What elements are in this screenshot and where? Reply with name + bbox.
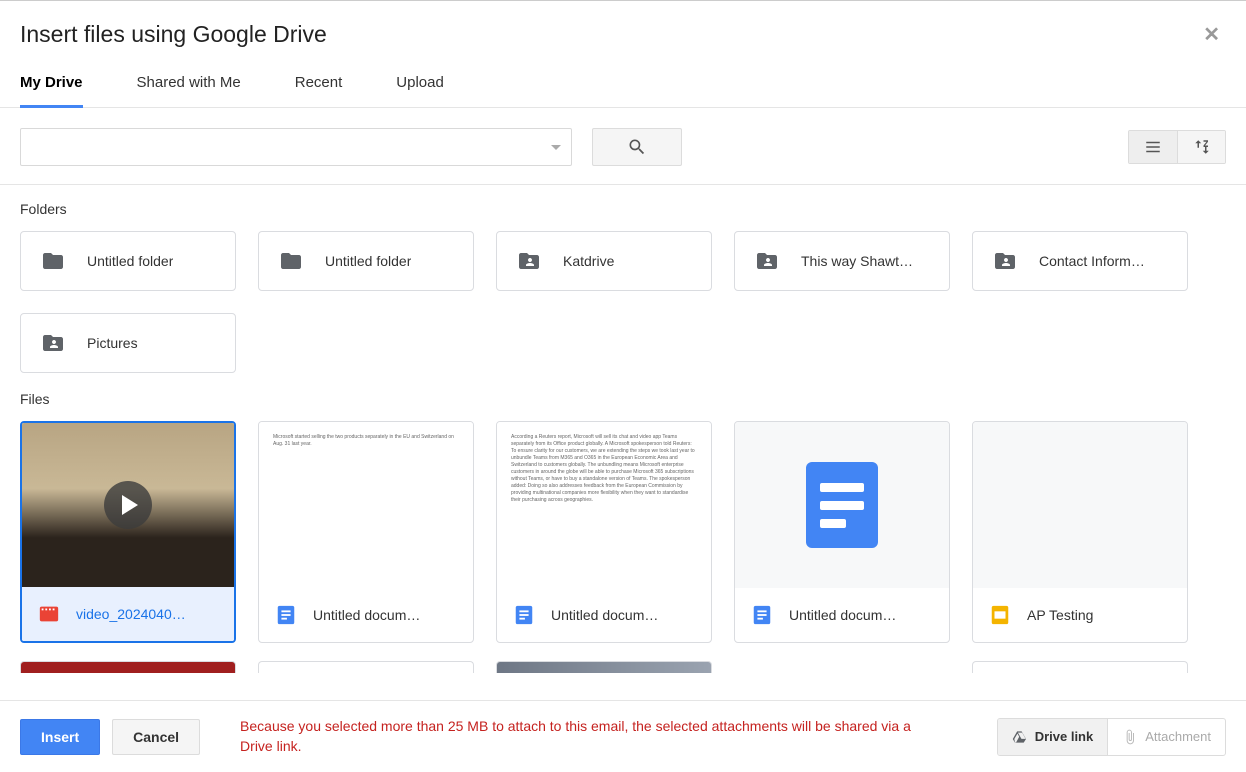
sort-button[interactable] (1177, 131, 1225, 163)
file-item-peek[interactable] (496, 661, 712, 673)
file-item[interactable]: According a Reuters report, Microsoft wi… (496, 421, 712, 643)
tab-my-drive[interactable]: My Drive (20, 74, 83, 108)
tab-shared-with-me[interactable]: Shared with Me (137, 74, 241, 107)
file-item-peek[interactable] (258, 661, 474, 673)
tab-recent[interactable]: Recent (295, 74, 343, 107)
sort-az-icon (1193, 138, 1211, 156)
view-sort-toggle (1128, 130, 1226, 164)
folder-icon (41, 249, 65, 273)
folder-name: Pictures (87, 335, 138, 351)
folder-name: This way Shawt… (801, 253, 913, 269)
shared-folder-icon (993, 249, 1017, 273)
folder-item[interactable]: Pictures (20, 313, 236, 373)
content-area[interactable]: Folders Untitled folder Untitled folder … (0, 185, 1246, 700)
paperclip-icon (1122, 729, 1138, 745)
folder-item[interactable]: Untitled folder (258, 231, 474, 291)
attachment-option[interactable]: Attachment (1107, 719, 1225, 755)
file-item-peek (734, 661, 950, 673)
file-thumbnail: Microsoft started selling the two produc… (259, 422, 473, 588)
drive-icon (1012, 729, 1028, 745)
file-item[interactable]: Microsoft started selling the two produc… (258, 421, 474, 643)
cancel-button[interactable]: Cancel (112, 719, 200, 755)
search-input[interactable] (20, 128, 572, 166)
search-field[interactable] (31, 139, 551, 155)
folder-item[interactable]: Untitled folder (20, 231, 236, 291)
file-item-peek[interactable] (20, 661, 236, 673)
file-thumbnail: According a Reuters report, Microsoft wi… (497, 422, 711, 588)
folder-name: Contact Inform… (1039, 253, 1145, 269)
video-file-icon (38, 603, 60, 625)
folder-name: Katdrive (563, 253, 614, 269)
file-name: Untitled docum… (551, 607, 658, 623)
file-name: Untitled docum… (789, 607, 896, 623)
file-name: video_2024040… (76, 606, 186, 622)
tab-bar: My Drive Shared with Me Recent Upload (0, 56, 1246, 108)
file-thumbnail (735, 422, 949, 588)
search-dropdown-caret-icon[interactable] (551, 145, 561, 150)
dialog-header: Insert files using Google Drive ✕ (0, 1, 1246, 56)
file-footer: AP Testing (973, 588, 1187, 642)
folder-item[interactable]: Katdrive (496, 231, 712, 291)
file-footer: Untitled docum… (497, 588, 711, 642)
search-icon (627, 137, 647, 157)
folder-item[interactable]: Contact Inform… (972, 231, 1188, 291)
file-footer: video_2024040… (22, 587, 234, 641)
file-name: AP Testing (1027, 607, 1093, 623)
file-grid: video_2024040… Microsoft started selling… (20, 421, 1226, 643)
file-item[interactable]: Untitled docum… (734, 421, 950, 643)
docs-file-icon (751, 604, 773, 626)
search-button[interactable] (592, 128, 682, 166)
file-grid-next-row (20, 661, 1226, 673)
file-thumbnail (22, 423, 234, 587)
folder-item[interactable]: This way Shawt… (734, 231, 950, 291)
folders-section-label: Folders (20, 201, 1226, 217)
docs-large-icon (806, 462, 878, 548)
attach-mode-toggle: Drive link Attachment (997, 718, 1226, 756)
folder-grid: Untitled folder Untitled folder Katdrive… (20, 231, 1226, 373)
docs-file-icon (275, 604, 297, 626)
shared-folder-icon (755, 249, 779, 273)
dialog-title: Insert files using Google Drive (20, 21, 327, 48)
doc-preview-text: According a Reuters report, Microsoft wi… (497, 422, 711, 588)
file-footer: Untitled docum… (259, 588, 473, 642)
shared-folder-icon (517, 249, 541, 273)
tab-upload[interactable]: Upload (396, 74, 444, 107)
folder-name: Untitled folder (325, 253, 411, 269)
list-view-icon (1144, 138, 1162, 156)
drive-link-label: Drive link (1035, 729, 1094, 744)
insert-button[interactable]: Insert (20, 719, 100, 755)
toolbar (0, 108, 1246, 185)
file-item-peek[interactable] (972, 661, 1188, 673)
folder-name: Untitled folder (87, 253, 173, 269)
file-footer: Untitled docum… (735, 588, 949, 642)
play-icon (104, 481, 152, 529)
attachment-label: Attachment (1145, 729, 1211, 744)
size-warning-text: Because you selected more than 25 MB to … (240, 717, 930, 756)
files-section-label: Files (20, 391, 1226, 407)
shared-folder-icon (41, 331, 65, 355)
close-button[interactable]: ✕ (1197, 22, 1226, 47)
drive-link-option[interactable]: Drive link (998, 719, 1108, 755)
file-item[interactable]: AP Testing (972, 421, 1188, 643)
file-item[interactable]: video_2024040… (20, 421, 236, 643)
folder-icon (279, 249, 303, 273)
bottom-bar: Insert Cancel Because you selected more … (0, 700, 1246, 772)
file-name: Untitled docum… (313, 607, 420, 623)
doc-preview-text: Microsoft started selling the two produc… (259, 422, 473, 588)
list-view-button[interactable] (1129, 131, 1177, 163)
insert-files-dialog: Insert files using Google Drive ✕ My Dri… (0, 0, 1246, 772)
docs-file-icon (513, 604, 535, 626)
slides-file-icon (989, 604, 1011, 626)
file-thumbnail (973, 422, 1187, 588)
